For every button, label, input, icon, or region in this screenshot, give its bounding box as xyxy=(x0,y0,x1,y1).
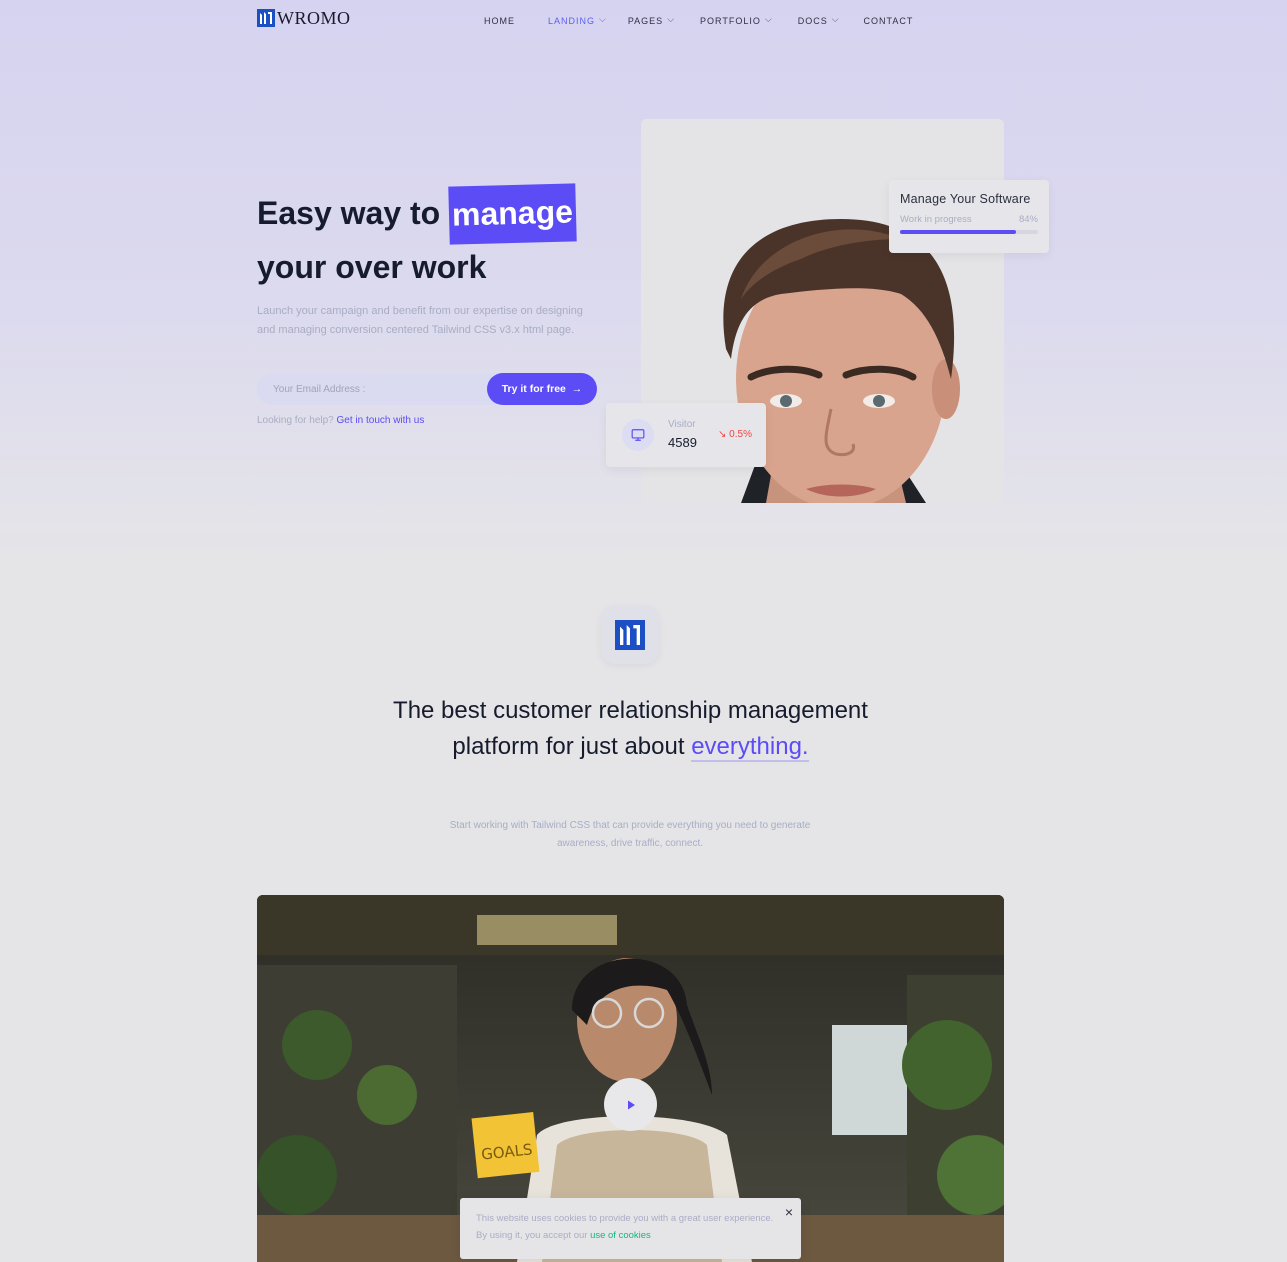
logo-icon xyxy=(615,620,645,650)
visitor-label: Visitor xyxy=(668,419,696,430)
help-text: Looking for help? Get in touch with us xyxy=(257,415,425,426)
monitor-icon xyxy=(622,419,654,451)
email-input[interactable] xyxy=(257,373,497,405)
nav-home[interactable]: HOME xyxy=(484,15,515,26)
nav-pages[interactable]: PAGES ⌵ xyxy=(628,14,676,26)
cookie-banner: This website uses cookies to provide you… xyxy=(460,1198,801,1259)
nav-landing[interactable]: LANDING ⌵ xyxy=(548,14,607,26)
progress-bar xyxy=(900,230,1038,234)
section-description: Start working with Tailwind CSS that can… xyxy=(449,820,811,849)
play-icon xyxy=(627,1100,635,1109)
logo-icon xyxy=(257,9,275,27)
progress-label: Work in progress xyxy=(900,214,972,225)
progress-percent: 84% xyxy=(1018,214,1038,225)
nav-portfolio[interactable]: PORTFOLIO ⌵ xyxy=(700,14,773,26)
try-free-button[interactable]: Try it for free → xyxy=(487,373,597,405)
play-button[interactable] xyxy=(604,1078,657,1131)
manage-software-card: Manage Your Software Work in progress 84… xyxy=(889,180,1049,253)
progress-fill xyxy=(900,230,1016,234)
chevron-down-icon: ⌵ xyxy=(831,14,840,24)
logo[interactable]: WROMO xyxy=(257,9,351,27)
hero-title: Easy way to manage your over work xyxy=(257,183,577,291)
visitor-value: 4589 xyxy=(668,435,697,450)
contact-link[interactable]: Get in touch with us xyxy=(337,415,425,426)
logo-text: WROMO xyxy=(277,8,351,28)
cookie-policy-link[interactable]: use of cookies xyxy=(590,1230,651,1241)
chevron-down-icon: ⌵ xyxy=(599,14,607,24)
navbar: WROMO HOME LANDING ⌵ PAGES ⌵ PORTFOLIO ⌵ DO… xyxy=(0,0,1287,42)
signup-form: Try it for free → xyxy=(257,373,597,405)
section-title: The best customer relationship managemen… xyxy=(393,697,868,762)
arrow-right-icon: → xyxy=(571,383,583,395)
chevron-down-icon: ⌵ xyxy=(667,14,676,24)
trending-down-icon: ↘ xyxy=(718,429,727,440)
chevron-down-icon: ⌵ xyxy=(764,14,773,24)
main-menu: HOME LANDING ⌵ PAGES ⌵ PORTFOLIO ⌵ DOCS ⌵ CO… xyxy=(484,14,914,26)
nav-contact[interactable]: CONTACT xyxy=(864,15,914,26)
hero-title-highlight: manage xyxy=(448,183,577,245)
nav-docs[interactable]: DOCS ⌵ xyxy=(798,14,840,26)
visitor-change: ↘ 0.5% xyxy=(718,429,752,440)
visitor-card: Visitor 4589 ↘ 0.5% xyxy=(606,403,766,467)
manage-card-title: Manage Your Software xyxy=(900,192,1031,206)
close-icon[interactable]: × xyxy=(785,1204,793,1221)
hero-description: Launch your campaign and benefit from ou… xyxy=(257,305,583,336)
section-title-accent: everything. xyxy=(691,733,809,762)
